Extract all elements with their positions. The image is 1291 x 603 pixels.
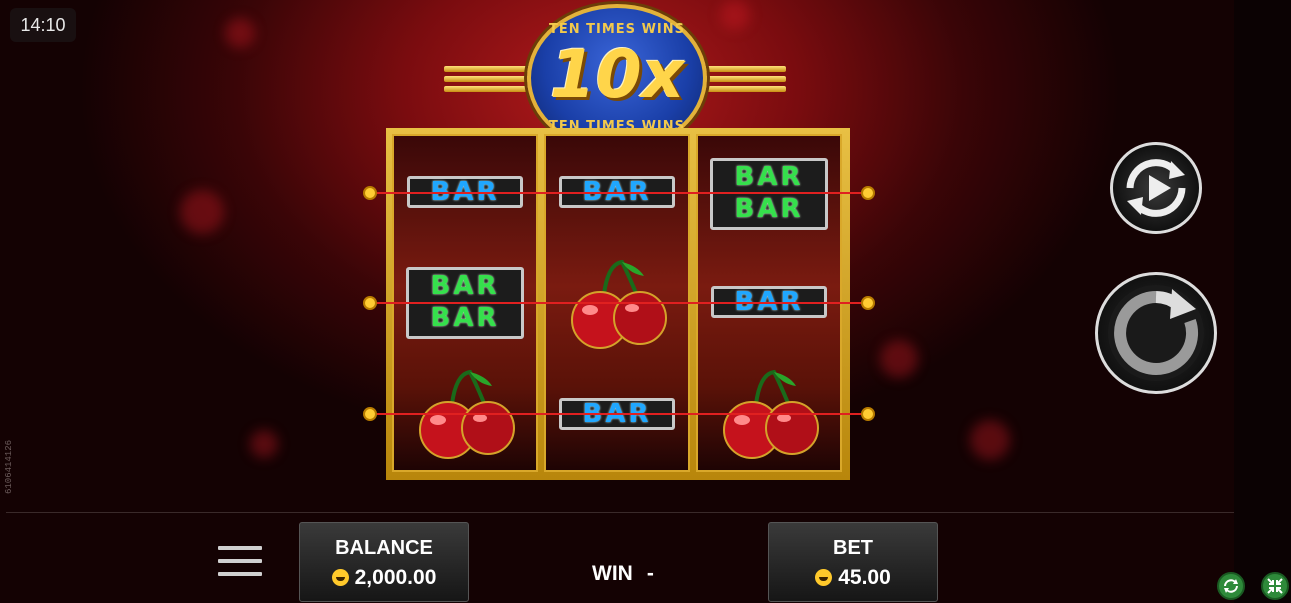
logo-wing-right — [698, 66, 786, 96]
bokeh-light — [880, 340, 918, 378]
win-value: - — [646, 562, 654, 585]
payline-2 — [370, 302, 868, 304]
logo-wing-left — [444, 66, 530, 96]
win-display: WIN - — [592, 562, 654, 586]
cherry-icon — [571, 259, 667, 349]
payline-marker — [363, 296, 377, 310]
menu-button[interactable] — [218, 546, 262, 576]
game-area: 14:10 6106414126 TEN TIMES WINS 10x TEN … — [0, 0, 1234, 603]
cherry-icon — [723, 369, 819, 459]
refresh-button[interactable] — [1217, 572, 1245, 600]
payline-marker — [363, 186, 377, 200]
payline-marker — [861, 186, 875, 200]
bokeh-light — [225, 18, 255, 48]
autoplay-icon — [1126, 159, 1186, 217]
payline-marker — [861, 296, 875, 310]
bar-text: BAR — [430, 271, 500, 301]
exit-fullscreen-button[interactable] — [1261, 572, 1289, 600]
spin-button[interactable] — [1095, 272, 1217, 394]
payline-1 — [370, 192, 868, 194]
logo-10x: 10x — [549, 36, 685, 113]
symbol-double-bar: BAR BAR — [710, 158, 828, 230]
reel-frame: BAR BAR BAR BAR BAR BAR BAR BAR — [386, 128, 850, 480]
autoplay-button[interactable] — [1110, 142, 1202, 234]
logo-text-top: TEN TIMES WINS — [549, 22, 685, 37]
bar-text: BAR — [430, 303, 500, 333]
bokeh-light — [180, 190, 224, 234]
coin-icon — [815, 569, 833, 586]
bottom-divider — [6, 512, 1234, 513]
bet-label: BET — [833, 537, 873, 559]
balance-value: 2,000.00 — [354, 566, 437, 589]
bar-text: BAR — [734, 162, 804, 192]
refresh-icon — [1224, 579, 1238, 593]
balance-panel: BALANCE 2,000.00 — [299, 522, 469, 602]
build-id: 6106414126 — [4, 439, 15, 495]
bar-text: BAR — [734, 194, 804, 224]
clock: 14:10 — [10, 8, 76, 42]
bokeh-light — [970, 420, 1010, 460]
win-label: WIN — [592, 562, 633, 585]
bokeh-light — [720, 0, 750, 30]
coin-icon — [331, 569, 349, 586]
exit-fullscreen-icon — [1267, 578, 1283, 594]
payline-marker — [861, 407, 875, 421]
payline-3 — [370, 413, 868, 415]
payline-marker — [363, 407, 377, 421]
spin-icon — [1108, 285, 1204, 381]
bokeh-light — [250, 430, 278, 458]
bet-value: 45.00 — [838, 566, 891, 589]
bet-panel[interactable]: BET 45.00 — [768, 522, 938, 602]
balance-label: BALANCE — [335, 537, 433, 559]
cherry-icon — [419, 369, 515, 459]
